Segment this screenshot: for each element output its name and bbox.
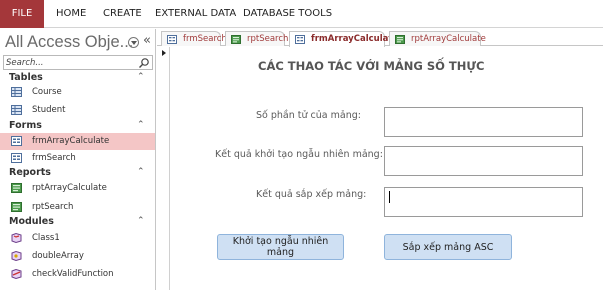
module-icon	[11, 251, 22, 261]
nav-item-doublearray[interactable]: doubleArray	[0, 248, 155, 265]
nav-pane-title[interactable]: All Access Obje...	[5, 33, 133, 52]
ribbon-tabs: FILE HOME CREATE EXTERNAL DATA DATABASE …	[0, 0, 603, 28]
group-label: Modules	[9, 216, 54, 227]
sorted-result-field[interactable]	[384, 187, 583, 217]
form-title: CÁC THAO TÁC VỚI MẢNG SỐ THỰC	[258, 59, 485, 73]
table-icon	[11, 105, 22, 115]
nav-item-label: frmSearch	[32, 153, 76, 163]
tab-label: frmArrayCalculate	[311, 34, 399, 44]
nav-item-student[interactable]: Student	[0, 102, 155, 119]
create-tab[interactable]: CREATE	[103, 0, 142, 28]
group-label: Forms	[9, 120, 42, 131]
random-result-field[interactable]	[384, 146, 583, 176]
tab-label: rptSearch	[247, 34, 289, 44]
random-result-label: Kết quả khởi tạo ngẫu nhiên mảng:	[215, 149, 383, 160]
collapse-group-icon[interactable]: ⌃	[137, 216, 145, 226]
nav-search-input[interactable]	[6, 56, 134, 69]
report-icon	[11, 202, 22, 212]
nav-item-label: doubleArray	[32, 251, 84, 261]
collapse-group-icon[interactable]: ⌃	[137, 72, 145, 82]
navigation-pane: All Access Obje... « Tables ⌃ Course Stu…	[0, 29, 156, 290]
nav-item-rptsearch[interactable]: rptSearch	[0, 199, 155, 216]
tab-frmsearch[interactable]: frmSearch	[161, 31, 227, 46]
nav-item-frmsearch[interactable]: frmSearch	[0, 150, 155, 167]
report-icon	[11, 183, 22, 193]
collapse-group-icon[interactable]: ⌃	[137, 120, 145, 130]
module-icon	[11, 269, 22, 279]
nav-item-label: rptArrayCalculate	[32, 183, 107, 193]
form-icon	[167, 35, 177, 44]
form-icon	[11, 136, 22, 146]
nav-item-label: Class1	[32, 233, 60, 243]
tab-label: frmSearch	[183, 34, 227, 44]
tab-rptsearch[interactable]: rptSearch	[225, 31, 289, 46]
document-tabs: frmSearch rptSearch frmArrayCalculate rp…	[157, 29, 603, 47]
nav-item-label: Student	[32, 105, 66, 115]
nav-item-label: rptSearch	[32, 202, 74, 212]
database-tools-tab[interactable]: DATABASE TOOLS	[243, 0, 332, 28]
table-icon	[11, 87, 22, 97]
tab-rptarraycalculate[interactable]: rptArrayCalculate	[389, 31, 486, 46]
array-size-label: Số phần tử của mảng:	[256, 110, 361, 121]
tab-label: rptArrayCalculate	[411, 34, 486, 44]
nav-item-checkvalidfunction[interactable]: checkValidFunction	[0, 266, 155, 283]
form-icon	[11, 153, 22, 163]
collapse-pane-icon[interactable]: «	[143, 33, 151, 48]
class-module-icon	[11, 233, 22, 243]
nav-item-label: frmArrayCalculate	[32, 136, 110, 146]
nav-group-reports[interactable]: Reports ⌃	[0, 166, 155, 181]
nav-item-frmarraycalculate[interactable]: frmArrayCalculate	[0, 133, 155, 150]
report-icon	[395, 35, 405, 44]
group-label: Tables	[9, 72, 43, 83]
report-icon	[231, 35, 241, 44]
nav-item-label: checkValidFunction	[32, 269, 114, 279]
sort-asc-button[interactable]: Sắp xếp mảng ASC	[384, 234, 512, 260]
nav-search-box	[3, 55, 153, 70]
collapse-group-icon[interactable]: ⌃	[137, 167, 145, 177]
form-icon	[295, 35, 305, 44]
current-record-arrow-icon	[162, 50, 166, 56]
group-label: Reports	[9, 167, 51, 178]
record-selector[interactable]	[160, 47, 170, 290]
random-init-button[interactable]: Khởi tạo ngẫu nhiên mảng	[217, 234, 344, 260]
array-size-field[interactable]	[384, 107, 583, 137]
chevron-down-icon[interactable]	[128, 37, 139, 48]
nav-item-label: Course	[32, 87, 62, 97]
nav-item-course[interactable]: Course	[0, 84, 155, 101]
sorted-result-label: Kết quả sắp xếp mảng:	[256, 189, 367, 200]
file-tab[interactable]: FILE	[0, 0, 44, 28]
external-data-tab[interactable]: EXTERNAL DATA	[155, 0, 236, 28]
text-caret	[389, 191, 390, 203]
nav-group-forms[interactable]: Forms ⌃	[0, 119, 155, 134]
nav-item-class1[interactable]: Class1	[0, 230, 155, 247]
nav-item-rptarraycalculate[interactable]: rptArrayCalculate	[0, 180, 155, 197]
search-icon[interactable]	[138, 57, 150, 69]
home-tab[interactable]: HOME	[56, 0, 86, 28]
tab-frmarraycalculate[interactable]: frmArrayCalculate	[289, 31, 398, 47]
nav-group-modules[interactable]: Modules ⌃	[0, 215, 155, 230]
